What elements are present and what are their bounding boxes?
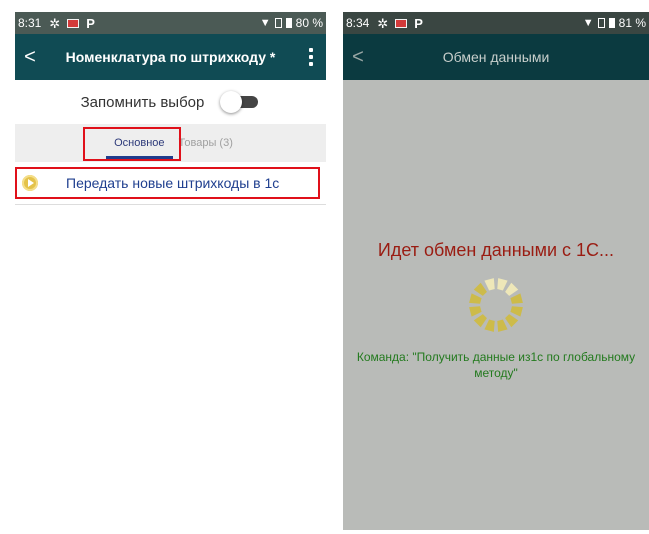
status-time: 8:34 — [346, 16, 370, 30]
spinner-icon — [469, 278, 523, 332]
kebab-menu-icon[interactable] — [296, 48, 326, 66]
status-battery: 80 % — [295, 16, 323, 30]
p-icon: P — [414, 15, 423, 31]
back-icon[interactable]: < — [15, 47, 45, 67]
right-screen: 8:34 ✲ P ▼ 81 % < Обмен данными Идет обм… — [343, 12, 649, 530]
spinner-segment — [484, 278, 495, 291]
spinner-segment — [497, 278, 508, 291]
sim-icon — [274, 18, 282, 28]
spinner-segment — [510, 293, 523, 304]
battery-icon — [285, 18, 292, 28]
tab-goods[interactable]: Товары (3) — [179, 137, 233, 149]
spinner-segment — [497, 319, 508, 332]
spinner-segment — [469, 293, 482, 304]
gear-icon: ✲ — [49, 15, 61, 31]
app-bar: < Номенклатура по штрихкоду * — [15, 34, 326, 80]
command-text: Команда: "Получить данные из1с по глобал… — [356, 350, 636, 380]
highlight-box-action — [15, 167, 320, 199]
remember-choice-toggle[interactable] — [220, 91, 260, 113]
spinner-segment — [484, 319, 495, 332]
spinner-segment — [510, 306, 523, 317]
wifi-icon: ▼ — [582, 17, 594, 29]
remember-choice-label: Запомнить выбор — [80, 93, 205, 111]
sim-icon — [597, 18, 605, 28]
spinner-segment — [505, 282, 519, 296]
gear-icon: ✲ — [377, 15, 389, 31]
status-time: 8:31 — [18, 16, 42, 30]
battery-icon — [608, 18, 615, 28]
exchange-status-title: Идет обмен данными с 1С... — [377, 240, 615, 260]
remember-choice-row: Запомнить выбор — [15, 80, 326, 124]
p-icon: P — [86, 15, 95, 31]
status-battery: 81 % — [618, 16, 646, 30]
highlight-box-tab — [83, 127, 181, 161]
status-bar: 8:34 ✲ P ▼ 81 % — [343, 12, 649, 34]
page-title: Обмен данными — [442, 49, 550, 65]
battery-alert-icon — [67, 18, 80, 28]
app-bar: < Обмен данными — [343, 34, 649, 80]
wifi-icon: ▼ — [259, 17, 271, 29]
spinner-segment — [505, 314, 519, 328]
status-bar: 8:31 ✲ P ▼ 80 % — [15, 12, 326, 34]
spinner-segment — [473, 282, 487, 296]
left-screen: 8:31 ✲ P ▼ 80 % < Номенклатура по штрихк… — [15, 12, 326, 530]
back-icon[interactable]: < — [343, 47, 373, 67]
spinner-segment — [469, 306, 482, 317]
page-title: Номенклатура по штрихкоду * — [65, 49, 276, 65]
battery-alert-icon — [395, 18, 408, 28]
spinner-segment — [473, 314, 487, 328]
